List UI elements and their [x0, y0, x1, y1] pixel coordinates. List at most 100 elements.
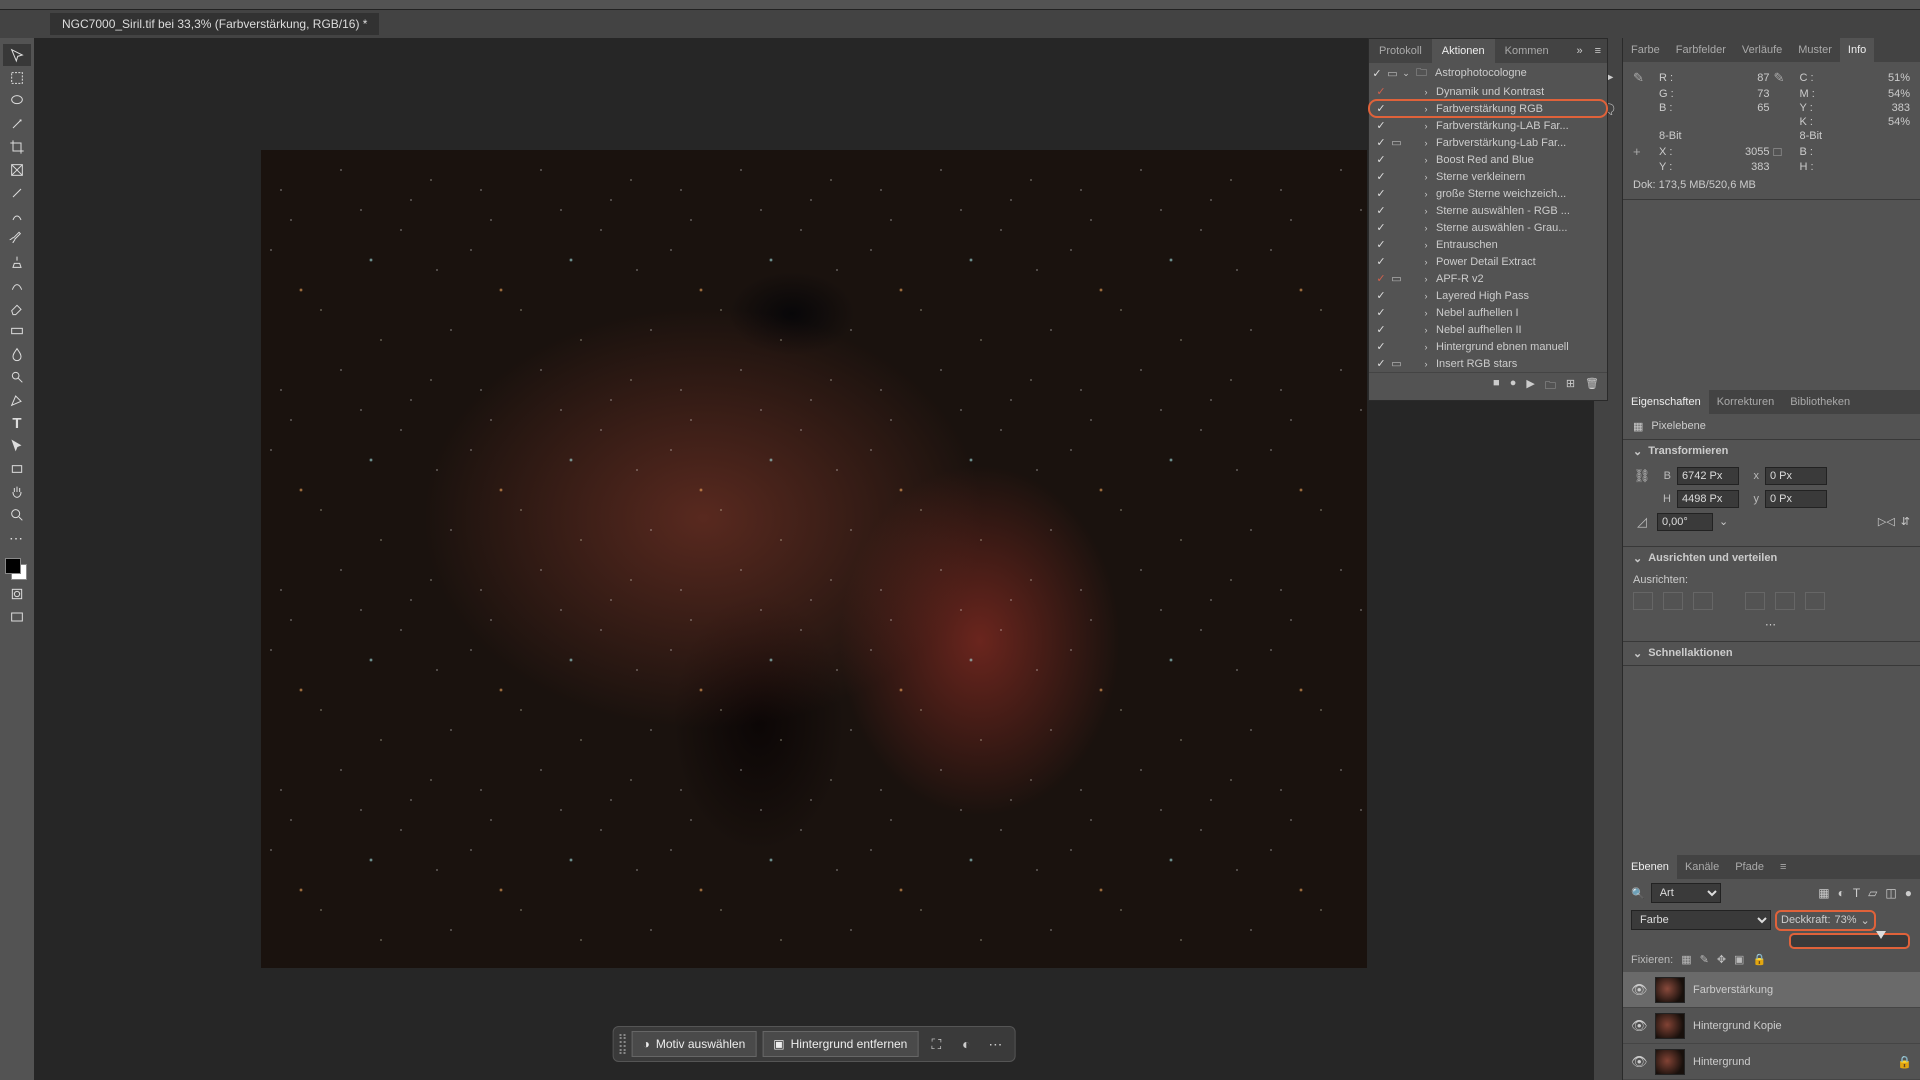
tab-kommen[interactable]: Kommen — [1495, 39, 1559, 63]
quick-actions-header[interactable]: ⌄Schnellaktionen — [1623, 642, 1920, 665]
color-swatches[interactable] — [3, 554, 31, 582]
opacity-control[interactable]: Deckkraft: 73% ⌄ — [1777, 912, 1874, 929]
document-tab[interactable]: NGC7000_Siril.tif bei 33,3% (Farbverstär… — [50, 13, 379, 35]
check-icon[interactable]: ✓ — [1373, 289, 1389, 302]
select-subject-button[interactable]: ◑ Motiv auswählen — [632, 1031, 757, 1057]
healing-brush-tool[interactable] — [3, 205, 31, 227]
align-right-icon[interactable] — [1693, 592, 1713, 610]
taskbar-drag-handle[interactable] — [620, 1034, 626, 1054]
action-row[interactable]: ✓›Sterne verkleinern — [1369, 168, 1607, 185]
chevron-right-icon[interactable]: › — [1420, 104, 1432, 114]
blend-mode-select[interactable]: Farbe — [1631, 910, 1771, 930]
check-icon[interactable]: ✓ — [1373, 323, 1389, 336]
check-icon[interactable]: ✓ — [1373, 85, 1389, 98]
x-field[interactable] — [1765, 467, 1827, 485]
filter-adjust-icon[interactable]: ◐ — [1838, 886, 1845, 900]
document-canvas[interactable] — [261, 150, 1367, 968]
screen-mode-toggle[interactable] — [3, 606, 31, 628]
chevron-right-icon[interactable]: › — [1420, 223, 1432, 233]
opacity-value[interactable]: 73% — [1835, 914, 1857, 926]
chevron-right-icon[interactable]: › — [1420, 138, 1432, 148]
marquee-tool[interactable] — [3, 67, 31, 89]
chevron-right-icon[interactable]: › — [1420, 121, 1432, 131]
tab-pfade[interactable]: Pfade — [1727, 855, 1772, 879]
action-row[interactable]: ✓▭›Farbverstärkung-Lab Far... — [1369, 134, 1607, 151]
chevron-right-icon[interactable]: › — [1420, 291, 1432, 301]
visibility-icon[interactable]: 👁 — [1631, 982, 1647, 998]
rectangle-tool[interactable] — [3, 458, 31, 480]
lock-artboard-icon[interactable]: ▣ — [1734, 953, 1744, 966]
tab-aktionen[interactable]: Aktionen — [1432, 39, 1495, 63]
action-row[interactable]: ✓›Entrauschen — [1369, 236, 1607, 253]
angle-field[interactable] — [1657, 513, 1713, 531]
action-row[interactable]: ✓›große Sterne weichzeich... — [1369, 185, 1607, 202]
opacity-slider[interactable] — [1791, 935, 1908, 947]
action-row[interactable]: ✓›Sterne auswählen - RGB ... — [1369, 202, 1607, 219]
filter-type-icon[interactable]: T — [1853, 886, 1860, 900]
chevron-right-icon[interactable]: › — [1420, 206, 1432, 216]
gradient-tool[interactable] — [3, 320, 31, 342]
new-action-icon[interactable]: ⊞ — [1566, 377, 1575, 396]
y-field[interactable] — [1765, 490, 1827, 508]
action-row[interactable]: ✓›Power Detail Extract — [1369, 253, 1607, 270]
tab-ebenen[interactable]: Ebenen — [1623, 855, 1677, 879]
action-row[interactable]: ✓›Farbverstärkung-LAB Far... — [1369, 117, 1607, 134]
check-icon[interactable]: ✓ — [1373, 238, 1389, 251]
visibility-icon[interactable]: 👁 — [1631, 1054, 1647, 1070]
chevron-down-icon[interactable]: ⌄ — [1861, 914, 1870, 927]
filter-shape-icon[interactable]: ▱ — [1868, 886, 1877, 900]
transform-section-header[interactable]: ⌄Transformieren — [1623, 440, 1920, 463]
adjust-icon[interactable]: ◐ — [954, 1032, 978, 1056]
layer-thumbnail[interactable] — [1655, 1049, 1685, 1075]
record-icon[interactable]: ● — [1510, 377, 1517, 396]
eyedropper-tool[interactable] — [3, 182, 31, 204]
angle-dropdown-icon[interactable]: ⌄ — [1719, 515, 1728, 528]
check-icon[interactable]: ✓ — [1373, 170, 1389, 183]
layer-thumbnail[interactable] — [1655, 1013, 1685, 1039]
app-menubar[interactable] — [0, 0, 1920, 10]
magic-wand-tool[interactable] — [3, 113, 31, 135]
layer-name[interactable]: Hintergrund Kopie — [1693, 1020, 1782, 1032]
delete-icon[interactable]: 🗑 — [1585, 377, 1599, 396]
quick-mask-toggle[interactable] — [3, 583, 31, 605]
dodge-tool[interactable] — [3, 366, 31, 388]
chevron-right-icon[interactable]: › — [1420, 172, 1432, 182]
mode-toggle-icon[interactable]: ▭ — [1389, 272, 1404, 285]
check-icon[interactable]: ✓ — [1373, 272, 1389, 285]
check-icon[interactable]: ✓ — [1373, 255, 1389, 268]
chevron-right-icon[interactable]: › — [1420, 359, 1432, 369]
lock-transparency-icon[interactable]: ▦ — [1681, 953, 1691, 966]
action-row[interactable]: ✓›Boost Red and Blue — [1369, 151, 1607, 168]
type-tool[interactable]: T — [3, 412, 31, 434]
tab-info[interactable]: Info — [1840, 38, 1874, 62]
check-icon[interactable]: ✓ — [1373, 204, 1389, 217]
more-align-icon[interactable]: ⋯ — [1633, 612, 1910, 631]
panel-menu-icon[interactable]: ≡ — [1772, 855, 1794, 879]
height-field[interactable] — [1677, 490, 1739, 508]
chevron-right-icon[interactable]: › — [1420, 342, 1432, 352]
filter-toggle-icon[interactable]: ● — [1905, 886, 1912, 900]
foreground-swatch[interactable] — [5, 558, 21, 574]
hand-tool[interactable] — [3, 481, 31, 503]
align-left-icon[interactable] — [1633, 592, 1653, 610]
eraser-tool[interactable] — [3, 297, 31, 319]
tab-farbe[interactable]: Farbe — [1623, 38, 1668, 62]
chevron-right-icon[interactable]: › — [1420, 189, 1432, 199]
history-brush-tool[interactable] — [3, 274, 31, 296]
check-icon[interactable]: ✓ — [1373, 306, 1389, 319]
blur-tool[interactable] — [3, 343, 31, 365]
lock-position-icon[interactable]: ✥ — [1717, 953, 1726, 966]
action-row[interactable]: ✓›Nebel aufhellen I — [1369, 304, 1607, 321]
chevron-right-icon[interactable]: › — [1420, 257, 1432, 267]
tab-eigenschaften[interactable]: Eigenschaften — [1623, 390, 1709, 414]
action-row[interactable]: ✓▭›Insert RGB stars — [1369, 355, 1607, 372]
canvas-area[interactable]: ◑ Motiv auswählen ▣ Hintergrund entferne… — [34, 38, 1594, 1080]
align-bottom-icon[interactable] — [1805, 592, 1825, 610]
check-icon[interactable]: ✓ — [1373, 357, 1389, 370]
align-center-h-icon[interactable] — [1663, 592, 1683, 610]
zoom-tool[interactable] — [3, 504, 31, 526]
action-row[interactable]: ✓›Hintergrund ebnen manuell — [1369, 338, 1607, 355]
mode-toggle-icon[interactable]: ▭ — [1389, 357, 1404, 370]
align-section-header[interactable]: ⌄Ausrichten und verteilen — [1623, 547, 1920, 570]
lock-all-icon[interactable]: 🔒 — [1752, 953, 1766, 966]
